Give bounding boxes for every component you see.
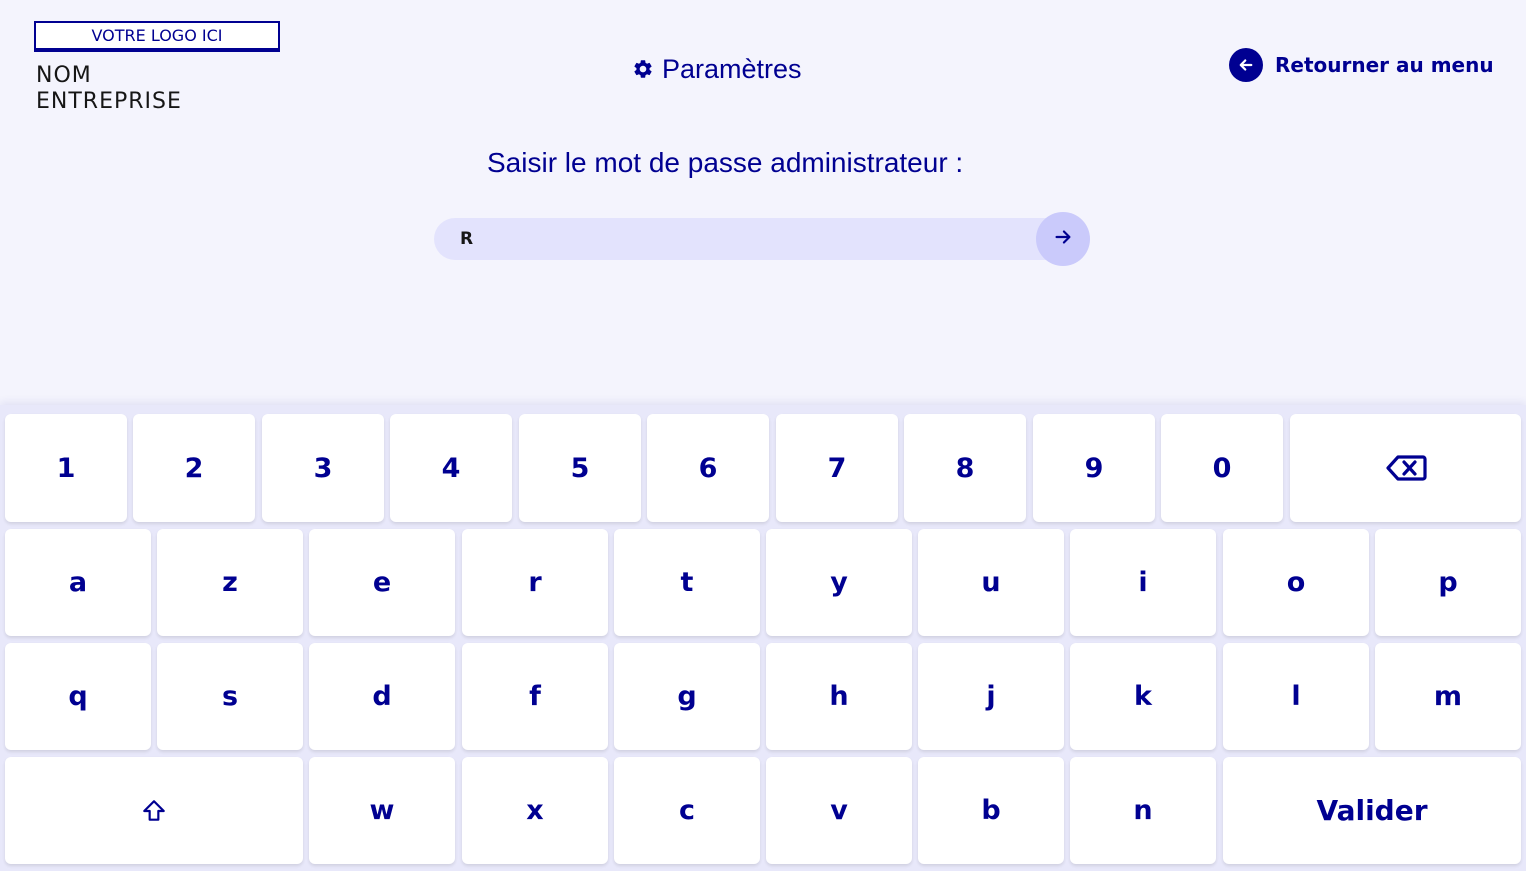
key-4[interactable]: 4 xyxy=(390,414,512,522)
key-b[interactable]: b xyxy=(918,757,1064,864)
shift-key[interactable] xyxy=(5,757,303,864)
key-8[interactable]: 8 xyxy=(904,414,1026,522)
key-6[interactable]: 6 xyxy=(647,414,769,522)
backspace-key[interactable] xyxy=(1290,414,1521,522)
password-submit-button[interactable] xyxy=(1036,212,1090,266)
key-2[interactable]: 2 xyxy=(133,414,255,522)
submit-button-label: Valider xyxy=(1316,794,1428,827)
key-a[interactable]: a xyxy=(5,529,151,636)
key-k[interactable]: k xyxy=(1070,643,1216,750)
company-name-line1: NOM xyxy=(36,63,92,88)
key-r[interactable]: r xyxy=(462,529,608,636)
logo-text: VOTRE LOGO ICI xyxy=(91,26,223,45)
key-0[interactable]: 0 xyxy=(1161,414,1283,522)
logo-placeholder: VOTRE LOGO ICI xyxy=(34,21,280,52)
key-y[interactable]: y xyxy=(766,529,912,636)
page-title: Paramètres xyxy=(632,52,802,86)
key-1[interactable]: 1 xyxy=(5,414,127,522)
key-t[interactable]: t xyxy=(614,529,760,636)
key-j[interactable]: j xyxy=(918,643,1064,750)
key-s[interactable]: s xyxy=(157,643,303,750)
key-d[interactable]: d xyxy=(309,643,455,750)
key-7[interactable]: 7 xyxy=(776,414,898,522)
arrow-left-icon xyxy=(1229,48,1263,82)
company-name: NOM ENTREPRISE xyxy=(36,63,276,115)
key-9[interactable]: 9 xyxy=(1033,414,1155,522)
shift-icon xyxy=(141,798,167,824)
key-c[interactable]: c xyxy=(614,757,760,864)
key-p[interactable]: p xyxy=(1375,529,1521,636)
key-n[interactable]: n xyxy=(1070,757,1216,864)
password-input[interactable] xyxy=(434,218,1074,260)
key-i[interactable]: i xyxy=(1070,529,1216,636)
key-m[interactable]: m xyxy=(1375,643,1521,750)
password-field-group xyxy=(434,212,1092,266)
company-name-line2: ENTREPRISE xyxy=(36,89,182,114)
submit-button[interactable]: Valider xyxy=(1223,757,1521,864)
key-u[interactable]: u xyxy=(918,529,1064,636)
key-v[interactable]: v xyxy=(766,757,912,864)
key-3[interactable]: 3 xyxy=(262,414,384,522)
back-to-menu-label: Retourner au menu xyxy=(1275,53,1494,77)
arrow-right-icon xyxy=(1052,226,1074,252)
key-w[interactable]: w xyxy=(309,757,455,864)
key-x[interactable]: x xyxy=(462,757,608,864)
key-g[interactable]: g xyxy=(614,643,760,750)
password-prompt: Saisir le mot de passe administrateur : xyxy=(487,147,964,178)
key-5[interactable]: 5 xyxy=(519,414,641,522)
page-title-text: Paramètres xyxy=(662,53,802,84)
backspace-icon xyxy=(1385,454,1427,482)
key-l[interactable]: l xyxy=(1223,643,1369,750)
key-h[interactable]: h xyxy=(766,643,912,750)
back-to-menu-button[interactable]: Retourner au menu xyxy=(1229,48,1494,82)
key-q[interactable]: q xyxy=(5,643,151,750)
key-o[interactable]: o xyxy=(1223,529,1369,636)
key-f[interactable]: f xyxy=(462,643,608,750)
key-z[interactable]: z xyxy=(157,529,303,636)
key-e[interactable]: e xyxy=(309,529,455,636)
virtual-keyboard: 1 2 3 4 5 6 7 8 9 0 a z e r t y u i o p … xyxy=(0,405,1526,871)
gear-icon xyxy=(632,58,654,80)
